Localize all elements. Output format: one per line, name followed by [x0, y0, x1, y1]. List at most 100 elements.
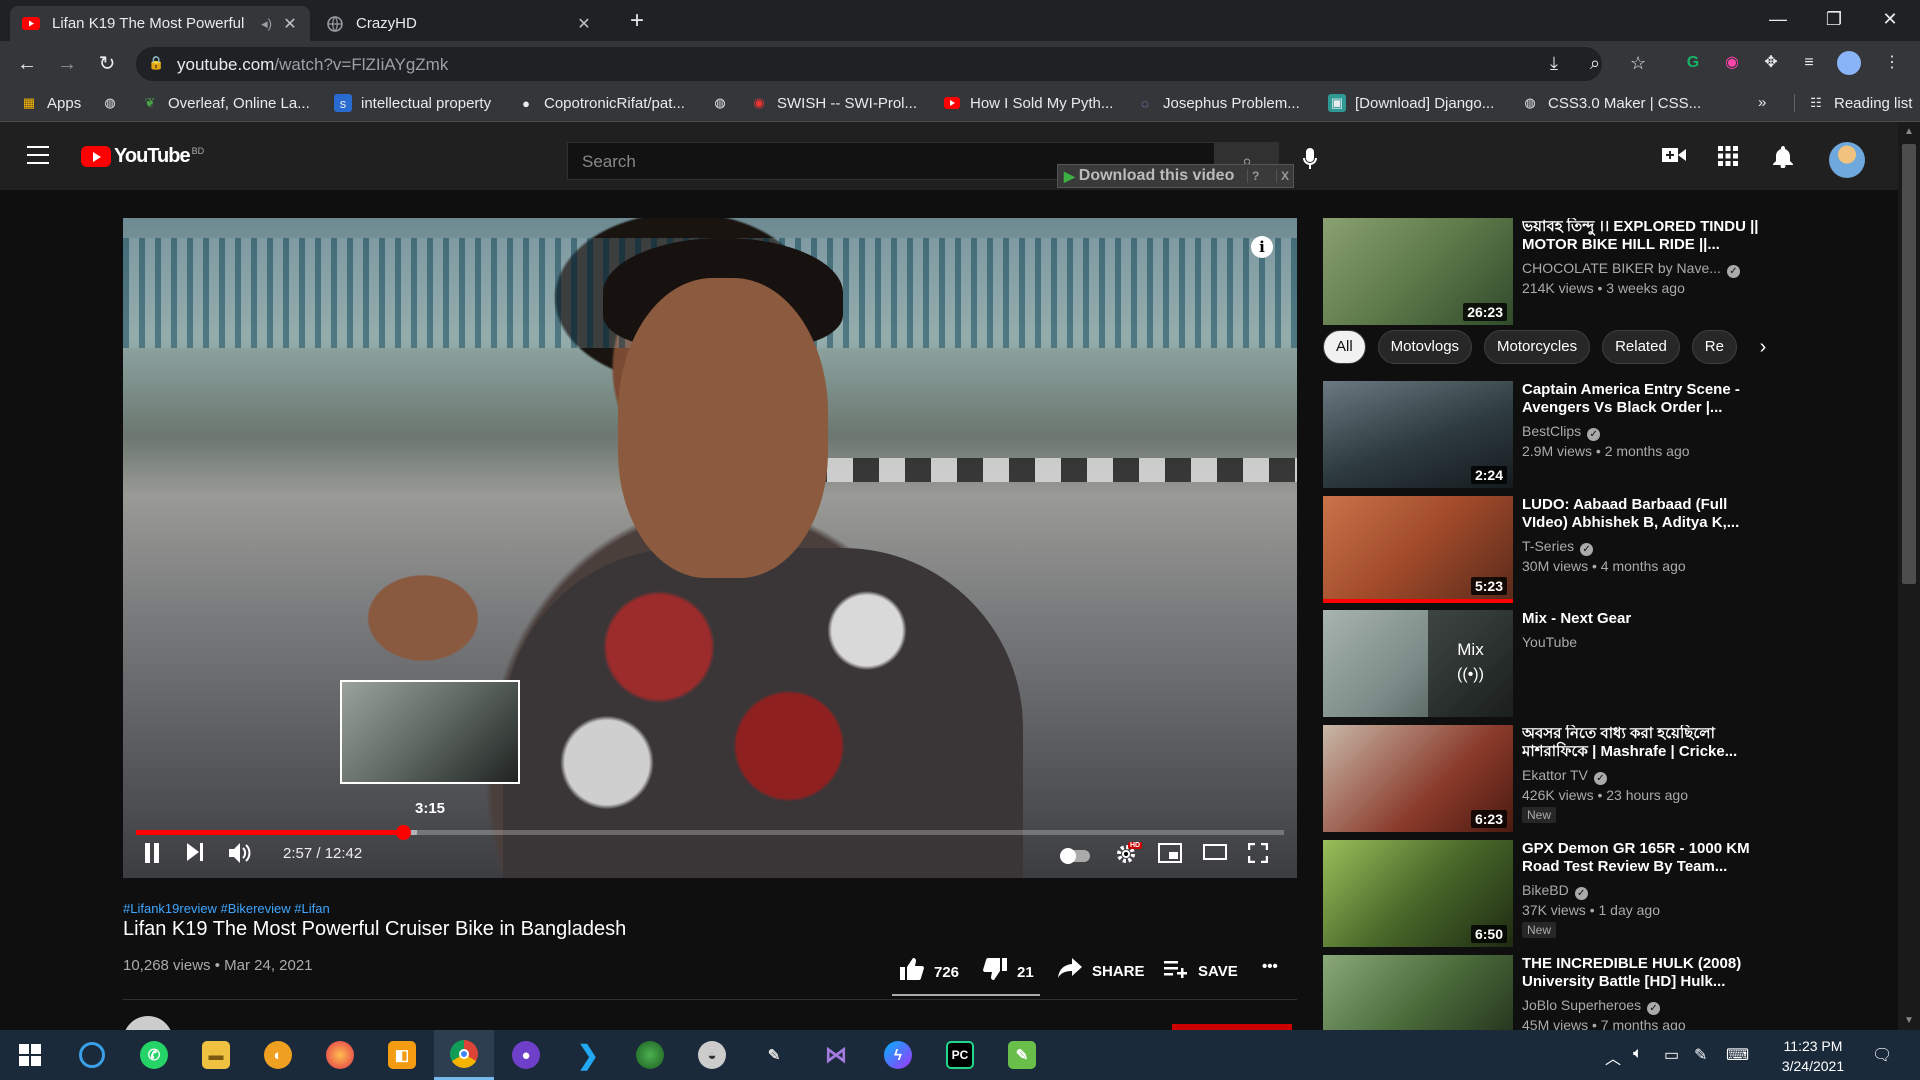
- info-icon[interactable]: i: [1251, 236, 1273, 258]
- bookmark-django[interactable]: ▣ [Download] Django...: [1328, 94, 1494, 112]
- channel-name[interactable]: T-Series ✓: [1522, 538, 1594, 556]
- video-title[interactable]: Captain America Entry Scene - Avengers V…: [1522, 381, 1762, 417]
- apps-grid-icon[interactable]: [1718, 146, 1738, 172]
- back-icon[interactable]: ←: [12, 49, 42, 79]
- video-title[interactable]: অবসর নিতে বাধ্য করা হয়েছিলো মাশরাফিকে |…: [1522, 725, 1762, 761]
- grammarly-icon[interactable]: G: [1681, 51, 1705, 75]
- progress-bar[interactable]: [136, 825, 1284, 840]
- firefox-icon[interactable]: [310, 1030, 370, 1080]
- bookmark-overleaf[interactable]: ❦ Overleaf, Online La...: [141, 94, 310, 112]
- video-title[interactable]: LUDO: Aabaad Barbaad (Full VIdeo) Abhish…: [1522, 496, 1762, 532]
- search-ring-icon[interactable]: [62, 1030, 122, 1080]
- file-explorer-icon[interactable]: ▬: [186, 1030, 246, 1080]
- messenger-icon[interactable]: ϟ: [868, 1030, 928, 1080]
- bookmark-intellectual-property[interactable]: s intellectual property: [334, 94, 491, 112]
- chip-related[interactable]: Related: [1602, 330, 1680, 364]
- vscode-icon[interactable]: ❯: [558, 1030, 618, 1080]
- recommended-video[interactable]: THE INCREDIBLE HULK (2008) University Ba…: [1323, 955, 1883, 1030]
- scroll-down-icon[interactable]: ▼: [1904, 1015, 1914, 1026]
- hashtags[interactable]: #Lifank19review #Bikereview #Lifan: [123, 901, 330, 916]
- keyboard-icon[interactable]: ⌨: [1726, 1045, 1749, 1065]
- notifications-bell-icon[interactable]: [1773, 146, 1793, 174]
- install-app-icon[interactable]: ⤓: [1550, 53, 1558, 74]
- bookmark-josephus[interactable]: ◌ Josephus Problem...: [1136, 94, 1300, 112]
- share-button[interactable]: SHARE: [1058, 958, 1145, 984]
- channel-name[interactable]: BestClips ✓: [1522, 423, 1601, 441]
- bookmark-swish[interactable]: ◉ SWISH -- SWI-Prol...: [750, 94, 917, 112]
- video-thumbnail[interactable]: 6:23: [1323, 725, 1513, 832]
- bookmark-globe[interactable]: ◍: [101, 94, 128, 112]
- create-video-icon[interactable]: [1662, 146, 1686, 170]
- menu-kebab-icon[interactable]: ⋮: [1880, 51, 1904, 75]
- scroll-up-icon[interactable]: ▲: [1904, 126, 1914, 137]
- action-center-icon[interactable]: 🗨︎: [1872, 1045, 1892, 1065]
- chip-all[interactable]: All: [1323, 330, 1366, 364]
- idea-app-icon[interactable]: ✎: [744, 1030, 804, 1080]
- video-title[interactable]: GPX Demon GR 165R - 1000 KM Road Test Re…: [1522, 840, 1762, 876]
- theater-mode-icon[interactable]: [1203, 843, 1227, 867]
- extensions-puzzle-icon[interactable]: ✥: [1759, 51, 1783, 75]
- pause-icon[interactable]: [143, 843, 161, 869]
- video-frame[interactable]: [123, 218, 1297, 878]
- network-app-icon[interactable]: [620, 1030, 680, 1080]
- tab-active[interactable]: Lifan K19 The Most Powerful ◂) ✕: [10, 6, 310, 41]
- pycharm-icon[interactable]: PC: [930, 1030, 990, 1080]
- new-tab-button[interactable]: +: [622, 6, 652, 36]
- forward-icon[interactable]: →: [52, 49, 82, 79]
- like-button[interactable]: 726: [900, 958, 959, 986]
- autoplay-toggle[interactable]: [1060, 848, 1090, 864]
- hamburger-menu-icon[interactable]: [27, 146, 49, 164]
- more-actions-icon[interactable]: •••: [1262, 958, 1278, 975]
- chip-motorcycles[interactable]: Motorcycles: [1484, 330, 1591, 364]
- dislike-button[interactable]: 21: [983, 958, 1034, 986]
- bookmark-github[interactable]: ● CopotronicRifat/pat...: [517, 94, 685, 112]
- pen-icon[interactable]: ✎: [1694, 1045, 1707, 1065]
- network-icon[interactable]: ▭: [1664, 1045, 1679, 1065]
- channel-name[interactable]: JoBlo Superheroes ✓: [1522, 997, 1661, 1015]
- bookmark-apps[interactable]: ▦ Apps: [20, 94, 81, 112]
- video-title[interactable]: ভয়াবহ তিন্দু ।। EXPLORED TINDU || MOTOR…: [1522, 218, 1762, 254]
- windows-start-icon[interactable]: [0, 1030, 60, 1080]
- bitwarden-icon[interactable]: ◐: [248, 1030, 308, 1080]
- extension-icon[interactable]: ◉: [1720, 51, 1744, 75]
- window-close-icon[interactable]: ✕: [1862, 0, 1918, 41]
- github-desktop-icon[interactable]: ●: [496, 1030, 556, 1080]
- chip-recent[interactable]: Re: [1691, 330, 1737, 364]
- zoom-icon[interactable]: ⌕: [1590, 53, 1600, 74]
- youtube-logo[interactable]: YouTube BD: [81, 145, 204, 168]
- channel-name[interactable]: Ekattor TV ✓: [1522, 767, 1607, 785]
- next-video-icon[interactable]: [187, 843, 203, 867]
- chrome-icon[interactable]: [434, 1030, 494, 1080]
- tab-mute-icon[interactable]: ◂): [261, 16, 272, 32]
- url-text[interactable]: youtube.com/watch?v=FlZIiAYgZmk: [177, 55, 448, 75]
- whatsapp-icon[interactable]: ✆: [124, 1030, 184, 1080]
- miniplayer-icon[interactable]: [1158, 843, 1182, 869]
- video-thumbnail[interactable]: 5:23: [1323, 496, 1513, 603]
- download-video-button[interactable]: ▶ Download this video ? X: [1057, 164, 1294, 188]
- bookmark-youtube[interactable]: How I Sold My Pyth...: [943, 94, 1113, 112]
- video-thumbnail[interactable]: 2:24: [1323, 381, 1513, 488]
- fullscreen-icon[interactable]: [1247, 842, 1269, 869]
- speaker-icon[interactable]: 🔈︎: [1633, 1045, 1643, 1063]
- channel-name[interactable]: BikeBD ✓: [1522, 882, 1588, 900]
- tab-close-icon[interactable]: ✕: [576, 14, 592, 34]
- reading-list[interactable]: ☷ Reading list: [1794, 94, 1912, 112]
- chip-motovlogs[interactable]: Motovlogs: [1377, 330, 1473, 364]
- download-close-icon[interactable]: X: [1275, 169, 1293, 183]
- chevron-right-icon[interactable]: ›: [1748, 330, 1778, 364]
- bookmark-star-icon[interactable]: ☆: [1630, 53, 1646, 74]
- reload-icon[interactable]: ↻: [92, 49, 122, 79]
- maximize-icon[interactable]: ❐: [1806, 0, 1862, 41]
- notepad-icon[interactable]: ✎: [992, 1030, 1052, 1080]
- video-title[interactable]: THE INCREDIBLE HULK (2008) University Ba…: [1522, 955, 1762, 991]
- microphone-icon[interactable]: [1303, 148, 1317, 176]
- video-thumbnail[interactable]: 6:50: [1323, 840, 1513, 947]
- user-avatar[interactable]: [1829, 142, 1865, 178]
- office-app-icon[interactable]: ◧: [372, 1030, 432, 1080]
- video-player[interactable]: i 3:15 2:57 / 12:42 HD: [123, 218, 1297, 878]
- channel-name[interactable]: CHOCOLATE BIKER by Nave... ✓: [1522, 260, 1740, 278]
- video-title[interactable]: Mix - Next Gear: [1522, 610, 1762, 628]
- show-hidden-icons-chevron-icon[interactable]: ︿: [1605, 1045, 1621, 1069]
- minimize-icon[interactable]: —: [1750, 0, 1806, 41]
- address-bar[interactable]: 🔒 youtube.com/watch?v=FlZIiAYgZmk ⤓ ⌕ ☆: [136, 47, 1646, 81]
